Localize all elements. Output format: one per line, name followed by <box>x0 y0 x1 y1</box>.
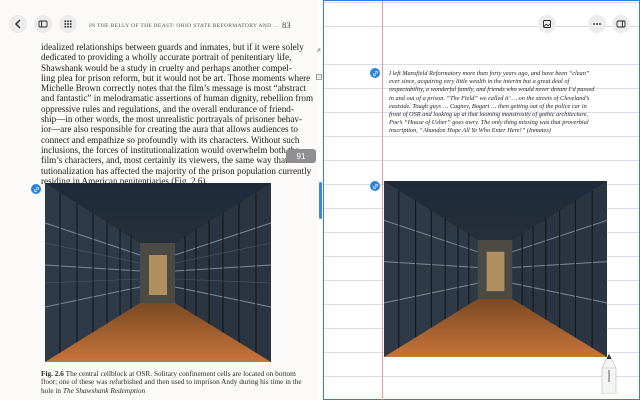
body-paragraph: idealized relationships between guards a… <box>41 42 317 186</box>
panel-icon <box>616 20 626 28</box>
sidebar-icon <box>38 20 48 28</box>
link-icon <box>372 183 378 189</box>
pasted-quote[interactable]: I left Mansfield Reformatory more than f… <box>389 70 599 136</box>
thumbnails-button[interactable] <box>59 15 77 33</box>
text-line: Shawshank would be a study in cruelty an… <box>41 62 292 73</box>
insert-image-button[interactable] <box>538 15 556 33</box>
figure-caption: Fig. 2.6 The central cellblock at OSR. S… <box>41 369 311 395</box>
pencil-tool[interactable] <box>596 352 622 395</box>
text-line: ship—in other words, the most unrealisti… <box>41 114 303 125</box>
text-line: ior—are also responsible for creating th… <box>41 124 298 135</box>
link-icon <box>372 70 378 76</box>
image-icon <box>543 20 551 28</box>
text-line: and fantastic” in melodramatic assertion… <box>41 93 314 104</box>
text-line: inclusions, the forces of institutionali… <box>41 144 300 155</box>
text-line: ling plea for prison reform, but it woul… <box>41 72 311 83</box>
note-icon[interactable] <box>316 74 322 80</box>
text-line: idealized relationships between guards a… <box>41 42 304 52</box>
running-head: IN THE BELLY OF THE BEAST: OHIO STATE RE… <box>89 23 279 29</box>
chevron-left-icon <box>15 19 21 29</box>
cellblock-image <box>45 183 271 362</box>
toggle-panel-button[interactable] <box>612 15 630 33</box>
link-icon[interactable] <box>316 48 322 54</box>
annotation-marker[interactable] <box>31 184 41 194</box>
notebook-margin-line <box>382 1 383 400</box>
page-indicator-badge: 91 <box>286 149 316 163</box>
sidebar-button[interactable] <box>34 15 52 33</box>
scroll-indicator[interactable] <box>319 182 322 219</box>
page-number: 83 <box>282 20 291 30</box>
text-line: tutionalization has affected the majorit… <box>41 165 312 176</box>
caption-film-title: The Shawshank Redemption <box>62 385 146 395</box>
text-line: Michelle Brown correctly notes that the … <box>41 83 307 94</box>
text-line: connect and empathize so profoundly with… <box>41 134 300 145</box>
grid-icon <box>64 20 72 28</box>
text-line: oppressive rules and regulations, and th… <box>41 103 294 114</box>
ellipsis-icon <box>593 23 601 25</box>
annotation-marker[interactable] <box>370 68 380 78</box>
cellblock-image <box>384 181 607 357</box>
annotation-marker[interactable] <box>370 181 380 191</box>
cellblock-photo[interactable] <box>45 183 271 362</box>
link-icon <box>33 186 39 192</box>
pencil-icon <box>601 353 617 395</box>
text-line: dedicated to providing a wholly accurate… <box>41 52 292 63</box>
text-line: film’s characters, and, most certainly i… <box>41 155 309 166</box>
back-button[interactable] <box>9 15 27 33</box>
more-options-button[interactable] <box>588 15 606 33</box>
book-page: IN THE BELLY OF THE BEAST: OHIO STATE RE… <box>0 0 318 400</box>
pasted-cellblock-photo[interactable] <box>384 181 607 357</box>
